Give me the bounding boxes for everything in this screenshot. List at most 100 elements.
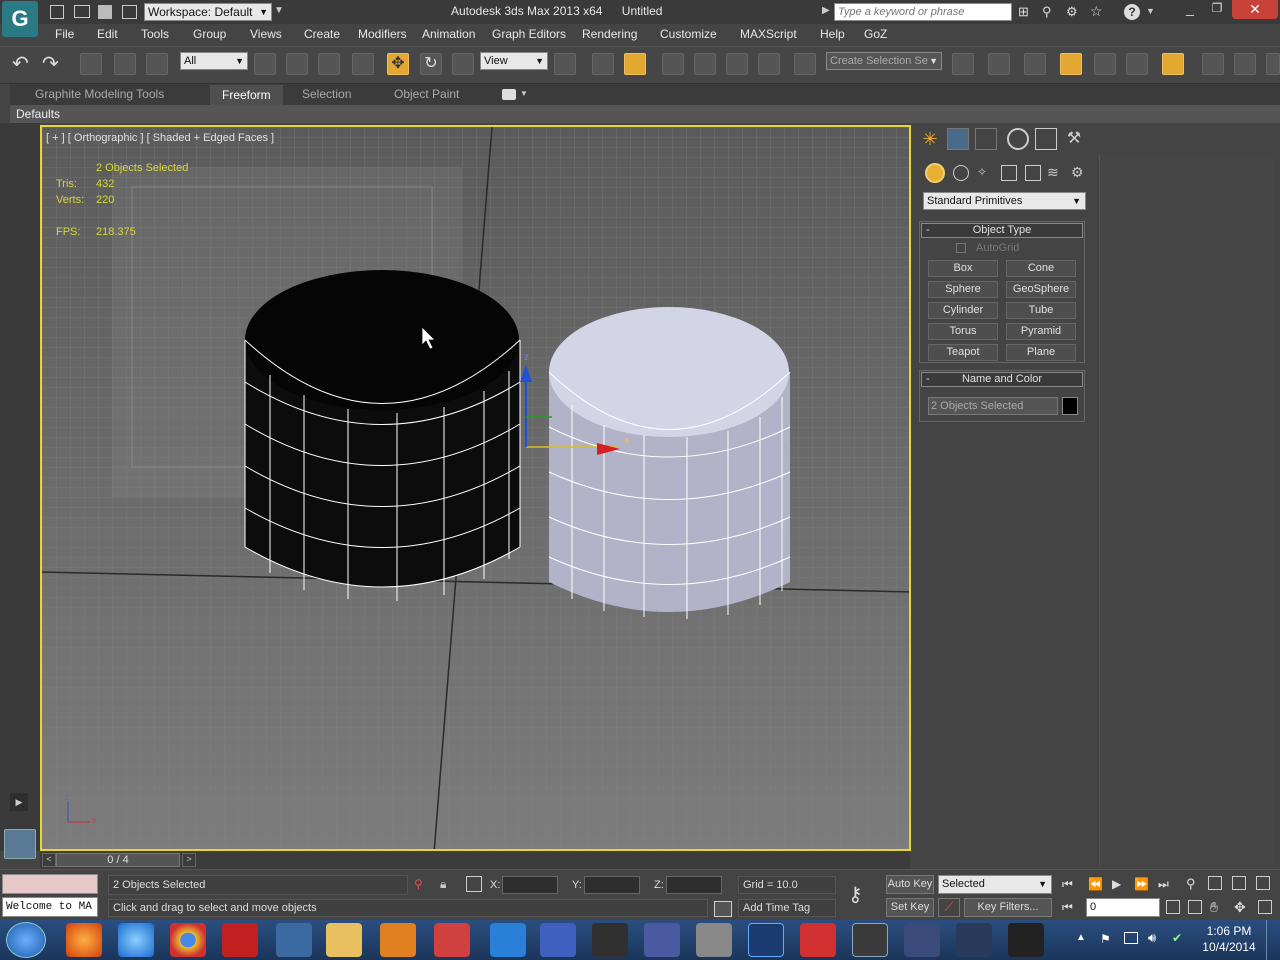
cameras-icon[interactable] — [1001, 165, 1017, 181]
angle-snap-icon[interactable] — [694, 53, 716, 75]
cinema4d-alt-icon[interactable] — [904, 923, 940, 957]
motion-tab-icon[interactable] — [1007, 128, 1029, 150]
close-button[interactable]: ✕ — [1232, 0, 1278, 19]
select-and-move-icon[interactable]: ✥ — [387, 53, 409, 75]
absolute-mode-icon[interactable] — [466, 876, 482, 892]
menu-graph-editors[interactable]: Graph Editors — [492, 27, 566, 41]
help-icon[interactable]: ? — [1124, 4, 1140, 20]
key-mode-toggle-icon[interactable]: ⏮ — [1062, 900, 1073, 915]
show-desktop-button[interactable] — [1266, 920, 1280, 960]
communication-icon[interactable]: ⚙ — [1066, 4, 1084, 20]
perspective-viewport[interactable]: [ + ] [ Orthographic ] [ Shaded + Edged … — [40, 125, 911, 851]
box-button[interactable]: Box — [928, 260, 998, 277]
y-coordinate-field[interactable] — [584, 876, 640, 894]
menu-goz[interactable]: GoZ — [864, 27, 887, 41]
rectangular-selection-icon[interactable] — [318, 53, 340, 75]
show-hidden-icons[interactable]: ▲ — [1076, 932, 1086, 943]
app-logo-icon[interactable]: G — [2, 1, 38, 37]
menu-animation[interactable]: Animation — [422, 27, 475, 41]
torus-button[interactable]: Torus — [928, 323, 998, 340]
cylinder-white[interactable] — [548, 307, 791, 619]
object-color-swatch[interactable] — [1062, 397, 1078, 415]
zoom-icon[interactable]: ⚲ — [1186, 876, 1196, 892]
select-and-link-icon[interactable] — [80, 53, 102, 75]
pivot-center-icon[interactable] — [554, 53, 576, 75]
restore-button[interactable]: ❐ — [1204, 1, 1230, 19]
auto-key-button[interactable]: Auto Key — [886, 875, 934, 894]
modify-tab-icon[interactable] — [947, 128, 969, 150]
start-button[interactable] — [6, 922, 46, 958]
space-warps-icon[interactable]: ≋ — [1047, 164, 1065, 180]
zoom-all-icon[interactable] — [1208, 876, 1222, 890]
volume-icon[interactable]: 🔊︎ — [1148, 930, 1156, 946]
menu-file[interactable]: File — [55, 27, 74, 41]
spinner-snap-icon[interactable] — [758, 53, 780, 75]
tube-button[interactable]: Tube — [1006, 302, 1076, 319]
time-slider-thumb[interactable]: 0 / 4 — [56, 853, 180, 867]
subscription-icon[interactable]: ⚲ — [1042, 4, 1060, 20]
new-file-icon[interactable] — [50, 5, 64, 19]
shapes-icon[interactable] — [953, 165, 969, 181]
render-setup-icon[interactable] — [1202, 53, 1224, 75]
network-status-icon[interactable]: ✔ — [1172, 931, 1182, 945]
isolate-icon[interactable]: ⚲ — [414, 877, 428, 893]
reference-coordinate-dropdown[interactable]: View ▼ — [480, 52, 548, 70]
teapot-button[interactable]: Teapot — [928, 344, 998, 361]
set-keys-key-icon[interactable]: ⚷ — [848, 882, 876, 906]
zoom-region-icon[interactable] — [1188, 900, 1202, 914]
dropbox-icon[interactable] — [490, 923, 526, 957]
sphere-button[interactable]: Sphere — [928, 281, 998, 298]
z-coordinate-field[interactable] — [666, 876, 722, 894]
keyboard-shortcut-override-icon[interactable] — [624, 53, 646, 75]
select-and-manipulate-icon[interactable] — [592, 53, 614, 75]
orbit-icon[interactable]: ✥ — [1234, 899, 1246, 916]
maximize-viewport-icon[interactable] — [1258, 900, 1272, 914]
tab-freeform[interactable]: Freeform — [210, 85, 283, 105]
mirror-icon[interactable] — [952, 53, 974, 75]
curve-editor-icon[interactable] — [1094, 53, 1116, 75]
add-time-tag[interactable]: Add Time Tag — [738, 899, 836, 917]
key-filters-button[interactable]: Key Filters... — [964, 898, 1052, 917]
help-dropdown-icon[interactable]: ▼ — [1146, 6, 1155, 16]
zoom-extents-icon[interactable] — [1232, 876, 1246, 890]
category-dropdown[interactable]: Standard Primitives ▼ — [923, 192, 1086, 210]
menu-tools[interactable]: Tools — [141, 27, 169, 41]
defaults-label[interactable]: Defaults — [16, 107, 60, 121]
autogrid-checkbox[interactable] — [956, 243, 966, 253]
next-frame-icon[interactable]: ⏩ — [1134, 877, 1149, 891]
current-frame-field[interactable]: 0 — [1086, 898, 1160, 917]
schematic-view-icon[interactable] — [1126, 53, 1148, 75]
lock-selection-icon[interactable]: 🔒︎ — [440, 877, 454, 893]
select-object-icon[interactable] — [254, 53, 276, 75]
menu-rendering[interactable]: Rendering — [582, 27, 637, 41]
menu-views[interactable]: Views — [250, 27, 282, 41]
layer-manager-icon[interactable] — [1024, 53, 1046, 75]
percent-snap-icon[interactable] — [726, 53, 748, 75]
zbrush-icon[interactable] — [696, 923, 732, 957]
qat-dropdown-icon[interactable]: ▼ — [274, 5, 284, 16]
action-center-icon[interactable]: ⚑ — [1100, 932, 1111, 946]
meshmixer-icon[interactable] — [592, 923, 628, 957]
tab-graphite-modeling-tools[interactable]: Graphite Modeling Tools — [35, 87, 164, 101]
bind-space-warp-icon[interactable] — [146, 53, 168, 75]
file-explorer-icon[interactable] — [326, 923, 362, 957]
goto-end-icon[interactable]: ⏭ — [1158, 877, 1169, 892]
undo-icon[interactable]: ↶ — [12, 53, 36, 75]
expand-arrow-icon[interactable]: ▶ — [10, 793, 28, 811]
select-and-scale-icon[interactable] — [452, 53, 474, 75]
field-of-view-icon[interactable] — [1166, 900, 1180, 914]
filezilla-icon[interactable] — [222, 923, 258, 957]
search-input[interactable] — [834, 3, 1012, 21]
x-coordinate-field[interactable] — [502, 876, 558, 894]
minimize-button[interactable]: _ — [1176, 1, 1204, 19]
time-forward-icon[interactable]: > — [182, 853, 196, 867]
network-icon[interactable] — [1124, 932, 1138, 944]
save-file-icon[interactable] — [98, 5, 112, 19]
clock[interactable]: 1:06 PM 10/4/2014 — [1198, 924, 1260, 954]
project-folder-icon[interactable] — [122, 5, 137, 19]
cylinder-black[interactable] — [244, 270, 521, 601]
select-by-name-icon[interactable] — [286, 53, 308, 75]
cylinder-button[interactable]: Cylinder — [928, 302, 998, 319]
maxscript-listener-bottom[interactable]: Welcome to MA — [2, 897, 98, 917]
cone-button[interactable]: Cone — [1006, 260, 1076, 277]
